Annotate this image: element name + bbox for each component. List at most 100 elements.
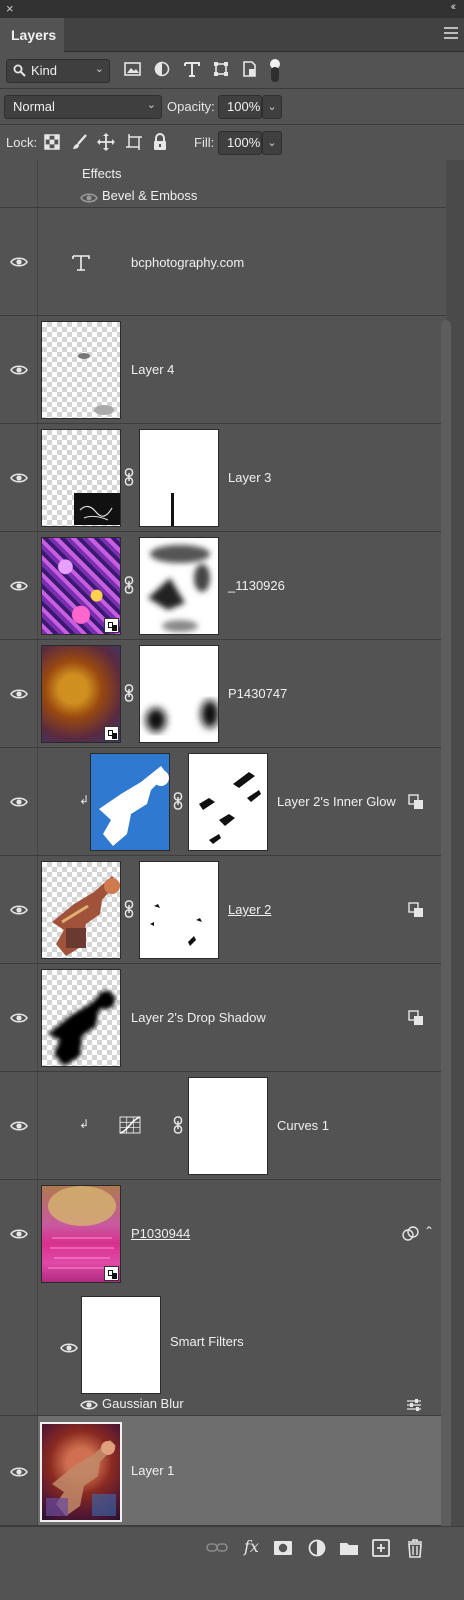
- filter-toggle[interactable]: [270, 59, 280, 83]
- layer-name[interactable]: Layer 1: [131, 1463, 174, 1478]
- layer-mask-thumbnail[interactable]: [139, 537, 219, 635]
- layer-name[interactable]: Layer 4: [131, 362, 174, 377]
- mask-link-icon[interactable]: [124, 900, 134, 918]
- new-adjustment-icon[interactable]: [306, 1537, 328, 1559]
- layers-list[interactable]: Effects Bevel & Emboss bcphotography.com…: [0, 160, 464, 1526]
- new-layer-icon[interactable]: [370, 1537, 392, 1559]
- smart-filter-mask-thumbnail[interactable]: [81, 1296, 161, 1394]
- delete-layer-icon[interactable]: [404, 1537, 426, 1559]
- shape-filter-icon[interactable]: [211, 59, 231, 79]
- collapse-panel-button[interactable]: ‹‹: [451, 1, 457, 13]
- layer-row[interactable]: ↲ Layer 2's Inner Glow: [0, 748, 446, 856]
- layer-mask-thumbnail[interactable]: [139, 645, 219, 743]
- layer-mask-thumbnail[interactable]: [139, 861, 219, 959]
- mask-link-icon[interactable]: [124, 684, 134, 702]
- eye-icon[interactable]: [80, 1399, 98, 1411]
- fx-icon[interactable]: fx: [244, 1537, 259, 1556]
- opacity-input[interactable]: 100%: [218, 95, 262, 119]
- layer-name[interactable]: P1430747: [228, 686, 287, 701]
- lock-transparent-icon[interactable]: [42, 132, 62, 152]
- eye-icon[interactable]: [10, 796, 28, 808]
- layer-effects-indicator-icon[interactable]: [408, 902, 424, 918]
- layer-name[interactable]: Curves 1: [277, 1118, 329, 1133]
- eye-icon[interactable]: [10, 688, 28, 700]
- adjustment-filter-icon[interactable]: [152, 59, 172, 79]
- layer-mask-thumbnail[interactable]: [139, 429, 219, 527]
- effect-bevel-emboss[interactable]: Bevel & Emboss: [102, 188, 197, 203]
- lock-image-icon[interactable]: [70, 132, 90, 152]
- eye-icon[interactable]: [10, 1012, 28, 1024]
- filter-kind-select[interactable]: Kind ⌄: [6, 59, 110, 83]
- close-panel-button[interactable]: ×: [6, 1, 14, 16]
- eye-icon[interactable]: [10, 472, 28, 484]
- add-mask-icon[interactable]: [272, 1537, 294, 1559]
- mask-link-icon[interactable]: [124, 576, 134, 594]
- fill-input[interactable]: 100%: [218, 131, 262, 155]
- eye-icon[interactable]: [10, 1120, 28, 1132]
- layer-row[interactable]: P1430747: [0, 640, 446, 748]
- layer-row[interactable]: Layer 4: [0, 316, 446, 424]
- lock-position-icon[interactable]: [96, 132, 116, 152]
- fill-slider-button[interactable]: ⌄: [262, 131, 282, 155]
- layer-effects-indicator-icon[interactable]: [408, 794, 424, 810]
- layer-row[interactable]: P1030944 ⌃ Smart Filters Gaussian Blur: [0, 1180, 446, 1416]
- mask-link-icon[interactable]: [173, 792, 183, 810]
- eye-icon[interactable]: [80, 192, 98, 204]
- layer-name[interactable]: Layer 3: [228, 470, 271, 485]
- eye-icon[interactable]: [10, 580, 28, 592]
- layer-row[interactable]: _1130926: [0, 532, 446, 640]
- layer-row[interactable]: Layer 2: [0, 856, 446, 964]
- curves-adjustment-icon[interactable]: [119, 1116, 141, 1134]
- layer-name[interactable]: _1130926: [228, 578, 285, 593]
- layer-thumbnail[interactable]: [41, 321, 121, 419]
- eye-icon[interactable]: [10, 1228, 28, 1240]
- layer-thumbnail[interactable]: [40, 1422, 122, 1522]
- layer-thumbnail[interactable]: [41, 537, 121, 635]
- lock-artboard-icon[interactable]: [124, 132, 144, 152]
- mask-link-icon[interactable]: [124, 468, 134, 486]
- smart-filters-label[interactable]: Smart Filters: [170, 1334, 244, 1349]
- layer-effects-indicator-icon[interactable]: [408, 1010, 424, 1026]
- eye-icon[interactable]: [10, 256, 28, 268]
- smart-object-filter-icon[interactable]: [240, 59, 260, 79]
- mask-link-icon[interactable]: [173, 1116, 183, 1134]
- layer-thumbnail[interactable]: [90, 753, 170, 851]
- eye-icon[interactable]: [10, 364, 28, 376]
- layer-row-selected[interactable]: Layer 1: [0, 1416, 446, 1526]
- blending-options-icon[interactable]: [406, 1398, 422, 1412]
- layer-effects-row[interactable]: Effects Bevel & Emboss: [0, 160, 446, 208]
- image-filter-icon[interactable]: [123, 59, 143, 79]
- lock-all-icon[interactable]: [150, 132, 170, 152]
- layer-row[interactable]: Layer 3: [0, 424, 446, 532]
- new-group-icon[interactable]: [338, 1537, 360, 1559]
- layer-mask-thumbnail[interactable]: [188, 1077, 268, 1175]
- layer-thumbnail[interactable]: [41, 645, 121, 743]
- layer-thumbnail[interactable]: [41, 861, 121, 959]
- layer-row[interactable]: Layer 2's Drop Shadow: [0, 964, 446, 1072]
- effects-label: Effects: [82, 166, 122, 181]
- layer-name[interactable]: Layer 2's Inner Glow: [277, 794, 396, 809]
- layer-name[interactable]: Layer 2: [228, 902, 271, 917]
- layer-row[interactable]: ↲ Curves 1: [0, 1072, 446, 1180]
- layer-thumbnail[interactable]: [41, 1185, 121, 1283]
- layer-name[interactable]: P1030944: [131, 1226, 190, 1241]
- eye-icon[interactable]: [60, 1342, 78, 1354]
- layer-name[interactable]: Layer 2's Drop Shadow: [131, 1010, 266, 1025]
- layer-mask-thumbnail[interactable]: [188, 753, 268, 851]
- smart-filter-indicator-icon[interactable]: [402, 1226, 420, 1242]
- opacity-slider-button[interactable]: ⌄: [262, 95, 282, 119]
- collapse-effects-icon[interactable]: ⌃: [424, 1224, 434, 1238]
- eye-icon[interactable]: [10, 1466, 28, 1478]
- link-layers-icon[interactable]: [206, 1537, 228, 1559]
- filter-gaussian-blur[interactable]: Gaussian Blur: [102, 1396, 184, 1411]
- blend-mode-select[interactable]: Normal ⌄: [4, 95, 162, 119]
- layer-thumbnail[interactable]: [41, 429, 121, 527]
- eye-icon[interactable]: [10, 904, 28, 916]
- tab-layers[interactable]: Layers: [0, 18, 64, 52]
- scrollbar-thumb[interactable]: [441, 320, 451, 1530]
- panel-menu-icon[interactable]: [444, 27, 458, 41]
- layer-name[interactable]: bcphotography.com: [131, 255, 244, 270]
- layer-row[interactable]: bcphotography.com: [0, 208, 446, 316]
- type-filter-icon[interactable]: [182, 59, 202, 79]
- layer-thumbnail[interactable]: [41, 969, 121, 1067]
